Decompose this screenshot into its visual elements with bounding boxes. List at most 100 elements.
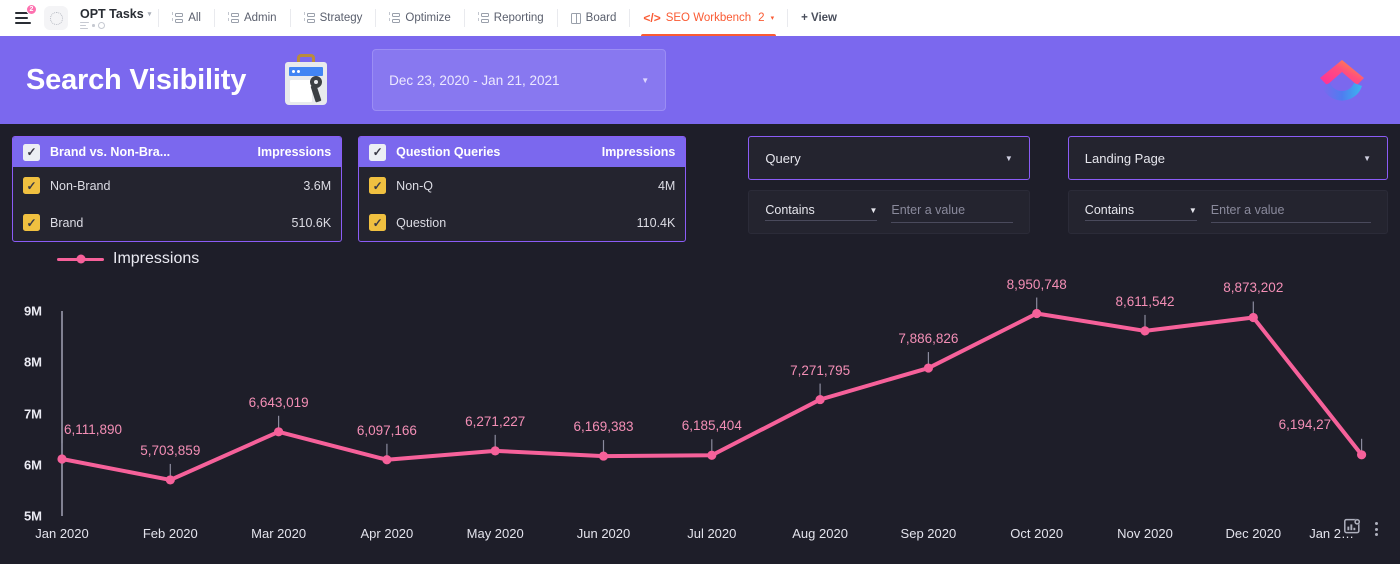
nav-divider: [213, 9, 215, 27]
query-value-input[interactable]: [891, 203, 1013, 217]
data-point-label: 6,194,27: [1278, 416, 1332, 432]
x-axis-tick: Nov 2020: [1117, 526, 1173, 541]
chevron-down-icon: ▼: [641, 75, 650, 85]
x-axis-tick: Jan 2020: [35, 526, 89, 541]
space-selector[interactable]: OPT Tasks ▾: [80, 7, 151, 29]
question-card-header[interactable]: ✓ Question Queries Impressions: [359, 137, 686, 167]
landing-page-filter-group: Landing Page ▼ Contains ▼: [1067, 136, 1389, 234]
data-point-label: 6,643,019: [248, 394, 309, 410]
list-lines-icon: [80, 22, 89, 29]
top-navigation-bar: 2 OPT Tasks ▾ All Admin Strategy Optimiz…: [0, 0, 1400, 36]
row-value: 3.6M: [303, 178, 332, 193]
query-operator-value: Contains: [765, 203, 815, 217]
list-view-icon: [227, 12, 239, 24]
dot-separator-icon: [92, 24, 95, 27]
embed-code-icon: </>: [643, 11, 661, 25]
row-value: 4M: [657, 178, 676, 193]
landing-dimension-select[interactable]: Landing Page ▼: [1067, 136, 1389, 180]
data-point-label: 7,271,795: [790, 362, 851, 378]
nav-divider: [158, 9, 160, 27]
landing-dimension-value: Landing Page: [1084, 150, 1166, 166]
checkbox-checked-icon[interactable]: ✓: [369, 214, 387, 231]
row-label: Non-Q: [396, 178, 433, 193]
y-axis-tick: 8M: [23, 354, 42, 370]
list-item[interactable]: ✓ Non-Brand 3.6M: [13, 167, 341, 204]
dashboard-banner: Search Visibility Dec 23, 2020 - Jan 21,…: [0, 36, 1400, 124]
tab-strategy[interactable]: Strategy: [298, 0, 369, 36]
circle-outline-icon: [97, 22, 105, 29]
data-point-label: 8,611,542: [1115, 293, 1175, 309]
checkbox-checked-icon[interactable]: ✓: [369, 143, 387, 161]
x-axis-tick: Oct 2020: [1010, 526, 1064, 541]
question-queries-card: ✓ Question Queries Impressions ✓ Non-Q 4…: [358, 136, 687, 242]
nav-divider: [629, 9, 631, 27]
data-point-label: 6,271,227: [465, 413, 526, 429]
tab-strategy-label: Strategy: [319, 12, 363, 24]
query-operator-select[interactable]: Contains ▼: [765, 203, 878, 221]
space-avatar-button[interactable]: [44, 6, 68, 30]
x-axis-tick: Dec 2020: [1225, 526, 1282, 541]
chevron-down-icon: ▾: [147, 11, 152, 18]
question-card-title: Question Queries: [396, 145, 501, 159]
landing-operator-select[interactable]: Contains ▼: [1084, 203, 1197, 221]
y-axis-tick: 6M: [23, 457, 42, 473]
query-dimension-value: Query: [765, 150, 801, 166]
y-axis-tick: 7M: [23, 406, 42, 421]
landing-operator-value: Contains: [1084, 203, 1135, 217]
checkbox-checked-icon[interactable]: ✓: [23, 143, 40, 161]
x-axis-tick: Mar 2020: [251, 526, 307, 541]
notification-badge: 2: [26, 4, 37, 15]
row-value: 510.6K: [291, 215, 332, 230]
board-view-icon: [570, 12, 581, 24]
row-label: Non-Brand: [50, 178, 111, 193]
list-item[interactable]: ✓ Question 110.4K: [359, 204, 685, 241]
x-axis-tick: Jul 2020: [687, 526, 737, 541]
list-item[interactable]: ✓ Brand 510.6K: [13, 204, 341, 241]
brand-card-header[interactable]: ✓ Brand vs. Non-Bra... Impressions: [13, 137, 342, 167]
landing-value-field-wrap: [1210, 201, 1372, 223]
add-view-button[interactable]: + View: [795, 0, 843, 36]
chevron-down-icon: ▾: [770, 15, 775, 22]
data-point-label: 6,185,404: [681, 418, 742, 434]
x-axis-tick: Jan 2…: [1309, 526, 1354, 541]
data-point-label: 6,169,383: [573, 419, 634, 435]
checkbox-checked-icon[interactable]: ✓: [23, 214, 40, 231]
chart-plot-area: 9M 8M 7M 6M 5M Jan 2020 Feb 2020 Mar 2020 Apr 20…: [0, 248, 1400, 564]
tab-all-label: All: [188, 12, 201, 24]
tab-count-badge: 2: [758, 12, 765, 24]
query-value-field-wrap: [891, 201, 1013, 223]
tab-board[interactable]: Board: [565, 0, 623, 36]
date-range-label: Dec 23, 2020 - Jan 21, 2021: [389, 72, 560, 88]
brand-card-title: Brand vs. Non-Bra...: [50, 145, 171, 159]
tab-seo-workbench[interactable]: </> SEO Workbench 2 ▾: [637, 0, 780, 36]
brand-card-metric: Impressions: [257, 145, 332, 159]
question-card-metric: Impressions: [601, 145, 676, 159]
chevron-down-icon: ▼: [869, 205, 878, 215]
tab-reporting[interactable]: Reporting: [472, 0, 550, 36]
tab-optimize[interactable]: Optimize: [383, 0, 456, 36]
row-label: Brand: [50, 215, 84, 230]
tab-all[interactable]: All: [166, 0, 207, 36]
row-label: Question: [396, 215, 447, 230]
checkbox-checked-icon[interactable]: ✓: [23, 177, 40, 194]
data-point-label: 8,950,748: [1006, 276, 1067, 292]
menu-toggle-button[interactable]: 2: [10, 4, 37, 31]
tab-optimize-label: Optimize: [405, 12, 451, 24]
date-range-picker[interactable]: Dec 23, 2020 - Jan 21, 2021 ▼: [372, 49, 667, 111]
list-item[interactable]: ✓ Non-Q 4M: [359, 167, 685, 204]
data-point-label: 7,886,826: [898, 331, 959, 347]
checkbox-checked-icon[interactable]: ✓: [369, 177, 387, 194]
dotted-circle-icon: [49, 11, 63, 25]
x-axis-tick: Feb 2020: [142, 526, 198, 541]
nav-divider: [463, 9, 465, 27]
x-axis-tick: May 2020: [466, 526, 524, 541]
x-axis-tick: Sep 2020: [900, 526, 957, 541]
impressions-chart: Impressions 9M 8M 7M 6M 5M Jan 2020 Feb 2020 Ma…: [0, 248, 1400, 564]
tab-admin[interactable]: Admin: [222, 0, 283, 36]
google-search-console-icon: [280, 54, 332, 106]
nav-divider: [556, 9, 558, 27]
landing-value-input[interactable]: [1210, 203, 1372, 217]
query-dimension-select[interactable]: Query ▼: [748, 136, 1030, 180]
chevron-down-icon: ▼: [1363, 153, 1372, 163]
add-view-label: + View: [801, 12, 837, 24]
